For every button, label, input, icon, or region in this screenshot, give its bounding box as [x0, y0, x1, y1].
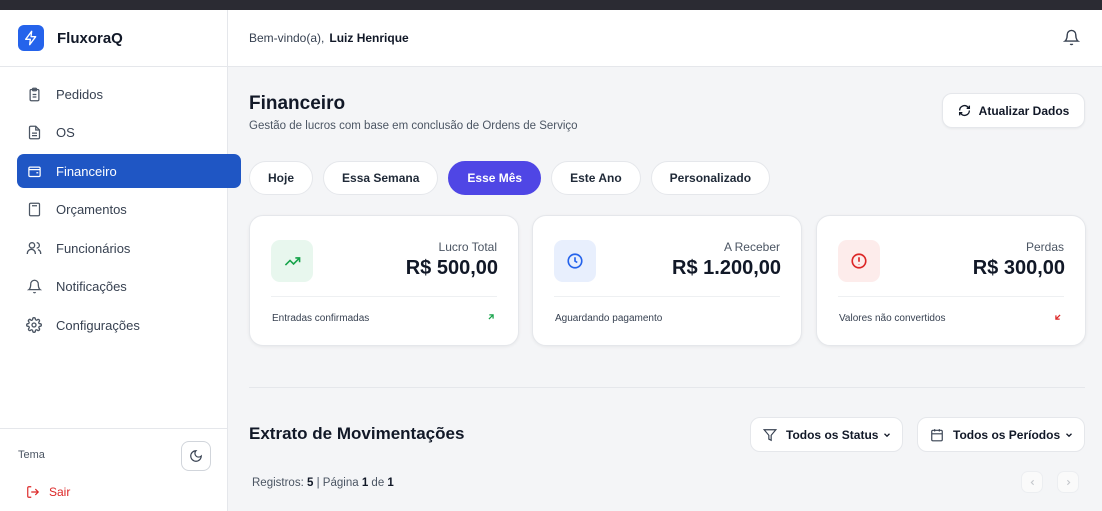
users-icon: [26, 240, 42, 256]
page-subtitle: Gestão de lucros com base em conclusão d…: [249, 120, 578, 132]
tab-personalizado[interactable]: Personalizado: [650, 161, 771, 195]
theme-toggle-button[interactable]: [181, 441, 211, 471]
refresh-icon: [958, 104, 971, 117]
sidebar-item-label: Pedidos: [56, 86, 103, 102]
sidebar-item-notificacoes[interactable]: Notificações: [17, 270, 241, 304]
refresh-label: Atualizar Dados: [978, 103, 1070, 118]
card-divider: [271, 296, 497, 297]
page-title: Financeiro: [249, 93, 346, 114]
card-footer: Entradas confirmadas: [272, 313, 370, 324]
sidebar: FluxoraQ Pedidos OS Financeiro Orçamento…: [0, 10, 241, 511]
card-divider: [838, 296, 1064, 297]
sidebar-item-funcionarios[interactable]: Funcionários: [17, 231, 241, 265]
gear-icon: [26, 317, 42, 333]
tab-este-ano[interactable]: Este Ano: [551, 161, 641, 195]
chevron-right-icon: [1064, 478, 1073, 487]
page-of: de: [371, 477, 385, 489]
card-label: Perdas: [1025, 240, 1064, 254]
tab-hoje[interactable]: Hoje: [249, 161, 314, 195]
wallet-icon: [26, 163, 42, 179]
sidebar-item-label: Funcionários: [56, 240, 131, 256]
theme-label: Tema: [18, 449, 45, 461]
card-label: Lucro Total: [438, 240, 497, 254]
top-header: Bem-vindo(a), Luiz Henrique: [228, 10, 1102, 67]
card-perdas: Perdas R$ 300,00 Valores não convertidos: [816, 215, 1086, 346]
arrow-down-left-icon: [1053, 312, 1063, 322]
clipboard-icon: [26, 86, 42, 102]
chevron-left-icon: [1028, 478, 1037, 487]
bell-icon: [26, 279, 42, 295]
calculator-icon: [26, 202, 42, 218]
brand[interactable]: FluxoraQ: [0, 10, 227, 67]
chevron-down-icon: [1064, 430, 1074, 440]
sidebar-item-os[interactable]: OS: [17, 116, 241, 150]
page-current: 1: [361, 477, 369, 489]
main-content: Financeiro Gestão de lucros com base em …: [228, 67, 1102, 511]
next-page-button[interactable]: [1057, 471, 1079, 493]
sidebar-item-label: Notificações: [56, 279, 127, 294]
trending-up-icon: [271, 240, 313, 282]
card-value: R$ 300,00: [972, 257, 1065, 279]
sidebar-item-orcamentos[interactable]: Orçamentos: [17, 193, 241, 227]
file-text-icon: [26, 125, 42, 141]
clock-icon: [554, 240, 596, 282]
lightning-icon: [18, 25, 44, 51]
section-divider: [249, 387, 1085, 388]
records-count: 5: [306, 477, 314, 489]
statement-title: Extrato de Movimentações: [249, 424, 465, 443]
card-label: A Receber: [723, 240, 780, 254]
alert-circle-icon: [838, 240, 880, 282]
notifications-bell-icon[interactable]: [1062, 29, 1081, 49]
arrow-up-right-icon: [486, 312, 496, 322]
sidebar-item-label: OS: [56, 125, 75, 140]
card-lucro-total: Lucro Total R$ 500,00 Entradas confirmad…: [249, 215, 519, 346]
logout-button[interactable]: Sair: [26, 485, 70, 499]
period-filter-dropdown[interactable]: Todos os Períodos: [917, 417, 1086, 452]
sidebar-nav: Pedidos OS Financeiro Orçamentos Funcion…: [0, 67, 241, 342]
card-a-receber: A Receber R$ 1.200,00 Aguardando pagamen…: [532, 215, 802, 346]
card-divider: [554, 296, 780, 297]
period-tabs: Hoje Essa Semana Esse Mês Este Ano Perso…: [249, 161, 780, 195]
sidebar-item-financeiro[interactable]: Financeiro: [17, 154, 241, 188]
calendar-icon: [930, 428, 944, 442]
period-filter-label: Todos os Períodos: [953, 427, 1061, 442]
greeting: Bem-vindo(a),: [249, 31, 325, 45]
status-filter-dropdown[interactable]: Todos os Status: [750, 417, 904, 452]
logout-label: Sair: [49, 485, 71, 499]
sidebar-item-label: Financeiro: [56, 163, 117, 179]
tab-esse-mes[interactable]: Esse Mês: [448, 161, 542, 195]
sidebar-item-label: Orçamentos: [56, 202, 127, 217]
logout-icon: [26, 485, 40, 499]
prev-page-button[interactable]: [1021, 471, 1043, 493]
card-footer: Aguardando pagamento: [555, 313, 663, 324]
brand-name: FluxoraQ: [57, 29, 123, 47]
window-top-bar: [0, 0, 1102, 10]
status-filter-label: Todos os Status: [786, 427, 879, 442]
records-summary: Registros: 5 | Página 1 de 1: [252, 477, 394, 489]
records-separator: |: [316, 477, 320, 489]
chevron-down-icon: [882, 430, 892, 440]
page-label: Página: [322, 477, 359, 489]
sidebar-item-configuracoes[interactable]: Configurações: [17, 308, 241, 342]
records-label: Registros:: [252, 477, 304, 489]
user-name: Luiz Henrique: [329, 31, 409, 45]
theme-row: Tema: [0, 428, 227, 473]
sidebar-item-pedidos[interactable]: Pedidos: [17, 77, 241, 111]
filter-icon: [763, 428, 777, 442]
card-value: R$ 500,00: [405, 257, 498, 279]
page-total: 1: [387, 477, 394, 489]
card-value: R$ 1.200,00: [672, 257, 781, 279]
moon-icon: [189, 449, 203, 463]
refresh-data-button[interactable]: Atualizar Dados: [942, 93, 1085, 128]
card-footer: Valores não convertidos: [839, 313, 946, 324]
sidebar-item-label: Configurações: [56, 317, 140, 333]
tab-essa-semana[interactable]: Essa Semana: [323, 161, 439, 195]
